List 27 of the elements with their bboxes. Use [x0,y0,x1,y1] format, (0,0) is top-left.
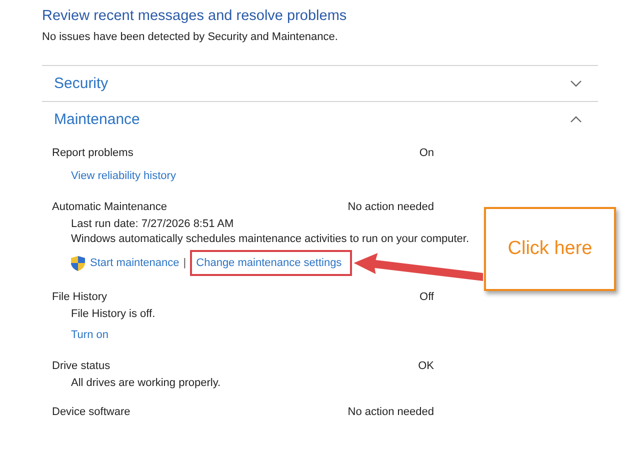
start-maintenance-link[interactable]: Start maintenance [90,253,180,273]
chevron-up-icon [570,116,582,123]
chevron-down-icon [570,80,582,87]
section-header[interactable]: Security [42,65,598,101]
item-label: Drive status [52,359,110,374]
shield-icon [71,256,85,270]
item-label: Device software [52,405,130,420]
status-text: Off [420,290,434,305]
page-title: Review recent messages and resolve problems [42,7,348,26]
separator-text: | [183,256,186,271]
callout-box: Click here [484,207,616,291]
link[interactable]: Change maintenance settings [196,257,342,269]
status-text: On [419,146,434,161]
description-text: Last run date: 7/27/2026 8:51 AM [71,218,234,230]
status-text: No action needed [348,405,434,420]
link[interactable]: View reliability history [71,166,176,186]
description-text: All drives are working properly. [71,377,221,389]
description-text: File History is off. [71,308,156,320]
section-header[interactable]: Maintenance [42,101,598,137]
item-label: File History [52,290,108,305]
item-label: Automatic Maintenance [52,200,167,215]
description-text: Windows automatically schedules maintenance activities to run on your computer. [71,233,470,245]
page-subtitle: No issues have been detected by Security and Maintenance. [42,30,339,44]
item-label: Report problems [52,146,134,161]
status-text: OK [418,359,434,374]
link[interactable]: Turn on [71,325,109,345]
status-text: No action needed [348,200,434,215]
